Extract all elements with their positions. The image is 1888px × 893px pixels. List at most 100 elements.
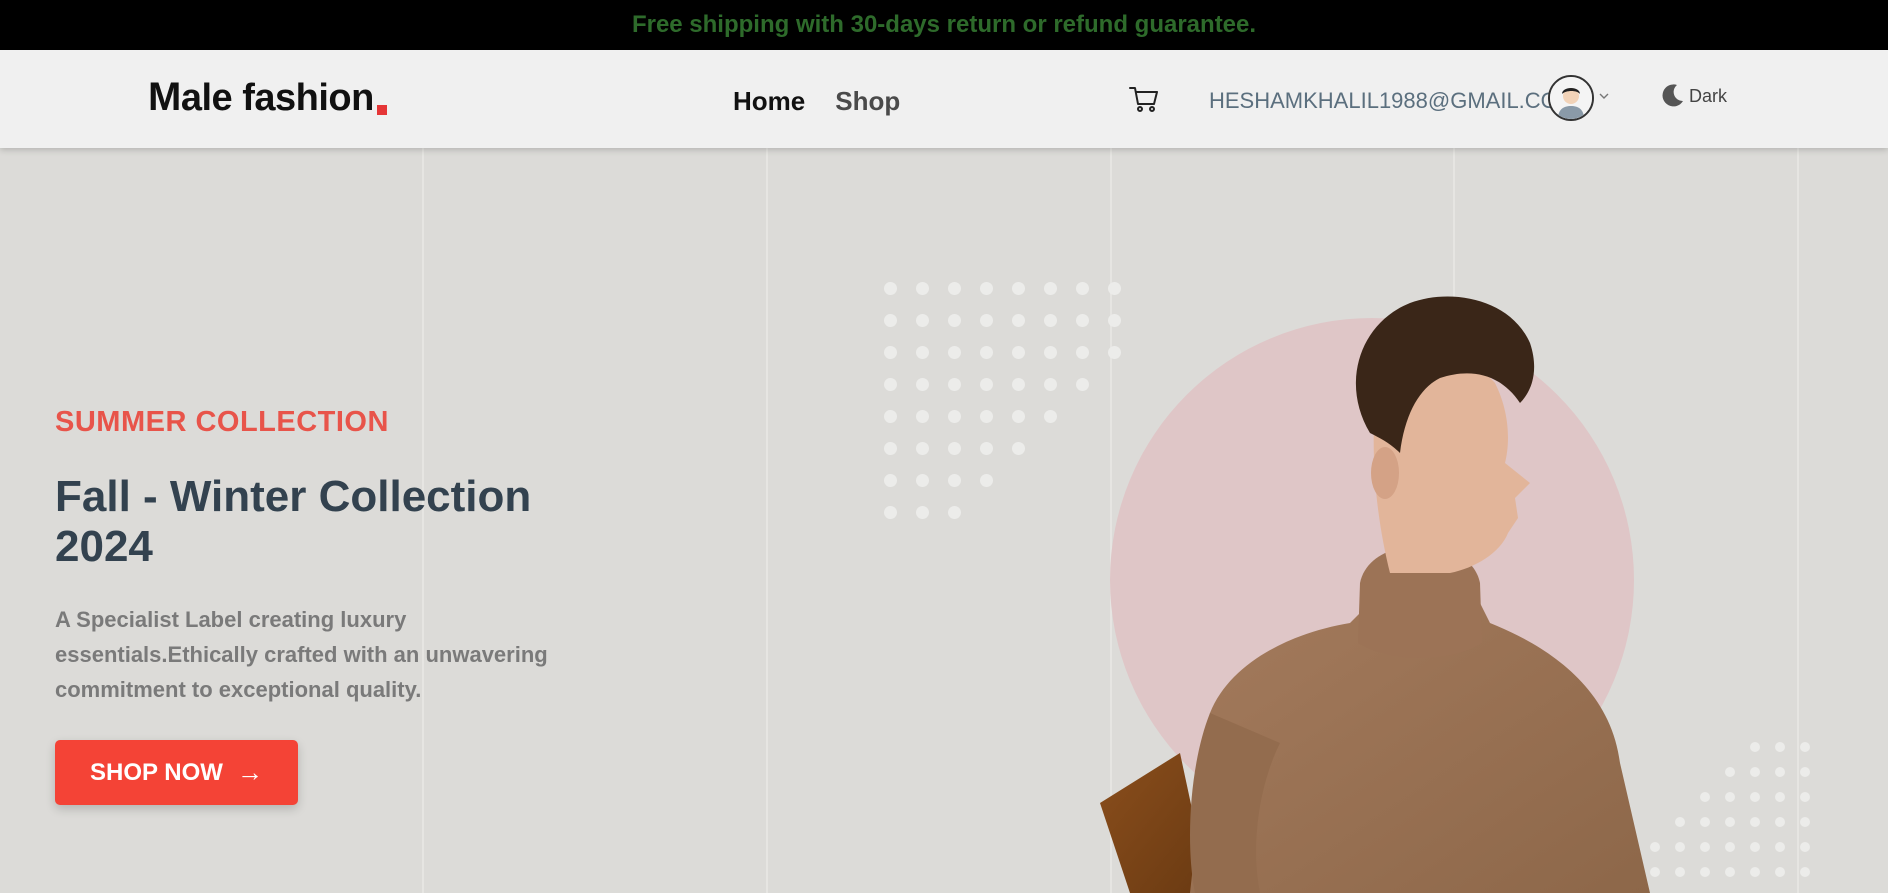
- pattern-dot: [1700, 867, 1710, 877]
- pattern-dot: [1775, 867, 1785, 877]
- hero-description: A Specialist Label creating luxury essen…: [55, 607, 548, 702]
- pattern-dot: [916, 506, 929, 519]
- pattern-dot: [980, 410, 993, 423]
- pattern-dot: [916, 474, 929, 487]
- pattern-dot: [1775, 792, 1785, 802]
- hero-title: Fall - Winter Collection 2024: [55, 472, 532, 571]
- pattern-dot: [1076, 314, 1089, 327]
- pattern-dot: [1775, 842, 1785, 852]
- pattern-dot: [980, 378, 993, 391]
- site-header: Male fashion Home Shop HESHAMKHALIL1988@…: [0, 50, 1888, 148]
- pattern-dot: [916, 314, 929, 327]
- arrow-right-icon: →: [236, 757, 263, 787]
- pattern-dot: [1750, 767, 1760, 777]
- pattern-dot: [980, 282, 993, 295]
- user-email[interactable]: HESHAMKHALIL1988@GMAIL.COM: [1209, 88, 1576, 114]
- hero-model-image: [1100, 296, 1650, 893]
- pattern-dot: [1650, 867, 1660, 877]
- pattern-dot: [948, 282, 961, 295]
- avatar-icon: [1550, 77, 1592, 119]
- pattern-dot: [948, 346, 961, 359]
- nav-home[interactable]: Home: [733, 86, 805, 117]
- pattern-dot: [1076, 282, 1089, 295]
- pattern-dot: [1700, 842, 1710, 852]
- pattern-dot: [1725, 817, 1735, 827]
- pattern-dot: [916, 410, 929, 423]
- logo-dot: [376, 105, 387, 115]
- moon-icon[interactable]: [1660, 82, 1686, 108]
- pattern-dot: [1725, 767, 1735, 777]
- pattern-dot: [1012, 314, 1025, 327]
- pattern-dot: [1750, 842, 1760, 852]
- pattern-dot: [1750, 792, 1760, 802]
- pattern-dot: [948, 474, 961, 487]
- pattern-dot: [1012, 410, 1025, 423]
- nav-shop[interactable]: Shop: [835, 86, 900, 117]
- pattern-dot: [916, 378, 929, 391]
- hero-subtitle: SUMMER COLLECTION: [55, 406, 389, 438]
- pattern-dot: [884, 346, 897, 359]
- pattern-dot: [916, 442, 929, 455]
- pattern-dot: [1725, 792, 1735, 802]
- cart-icon[interactable]: [1128, 83, 1160, 115]
- pattern-dot: [1012, 282, 1025, 295]
- pattern-dot: [1700, 817, 1710, 827]
- pattern-dot: [884, 442, 897, 455]
- pattern-dot: [884, 314, 897, 327]
- pattern-dot: [1750, 867, 1760, 877]
- grid-line: [1797, 148, 1799, 893]
- shop-now-label: SHOP NOW: [90, 758, 223, 786]
- avatar[interactable]: [1548, 75, 1594, 121]
- pattern-dot: [1800, 867, 1810, 877]
- hero-section: SUMMER COLLECTION Fall - Winter Collecti…: [0, 148, 1888, 893]
- pattern-dot: [916, 346, 929, 359]
- pattern-dot: [1775, 767, 1785, 777]
- pattern-dot: [1012, 346, 1025, 359]
- pattern-dot: [980, 442, 993, 455]
- pattern-dot: [1750, 742, 1760, 752]
- pattern-dot: [1044, 410, 1057, 423]
- pattern-dot: [884, 506, 897, 519]
- announcement-text: Free shipping with 30-days return or ref…: [631, 11, 1257, 38]
- pattern-dot: [948, 314, 961, 327]
- pattern-dot: [1675, 817, 1685, 827]
- pattern-dot: [1044, 282, 1057, 295]
- pattern-dot: [1012, 378, 1025, 391]
- pattern-dot: [1800, 842, 1810, 852]
- shop-now-button[interactable]: SHOP NOW →: [55, 740, 298, 805]
- pattern-dot: [916, 282, 929, 295]
- pattern-dot: [948, 378, 961, 391]
- pattern-dot: [884, 282, 897, 295]
- pattern-dot: [980, 314, 993, 327]
- pattern-dot: [1044, 346, 1057, 359]
- pattern-dot: [884, 378, 897, 391]
- pattern-dot: [980, 474, 993, 487]
- pattern-dot: [1076, 378, 1089, 391]
- pattern-dot: [948, 442, 961, 455]
- pattern-dot: [1800, 792, 1810, 802]
- grid-line: [766, 148, 768, 893]
- pattern-dot: [1775, 742, 1785, 752]
- pattern-dot: [1800, 742, 1810, 752]
- pattern-dot: [1700, 792, 1710, 802]
- pattern-dot: [948, 410, 961, 423]
- pattern-dot: [1725, 867, 1735, 877]
- logo[interactable]: Male fashion: [148, 75, 387, 120]
- chevron-down-icon[interactable]: [1598, 90, 1610, 102]
- pattern-dot: [980, 346, 993, 359]
- pattern-dot: [1675, 867, 1685, 877]
- pattern-dot: [884, 474, 897, 487]
- pattern-dot: [1076, 346, 1089, 359]
- theme-toggle-label[interactable]: Dark: [1689, 86, 1727, 107]
- pattern-dot: [948, 506, 961, 519]
- logo-initial: M: [148, 75, 181, 119]
- main-nav: Home Shop: [733, 86, 900, 117]
- pattern-dot: [1044, 314, 1057, 327]
- logo-text: ale fashion: [180, 77, 375, 119]
- pattern-dot: [1800, 817, 1810, 827]
- pattern-dot: [1800, 767, 1810, 777]
- pattern-dot: [1775, 817, 1785, 827]
- pattern-dot: [1650, 842, 1660, 852]
- pattern-dot: [1675, 842, 1685, 852]
- pattern-dot: [1012, 442, 1025, 455]
